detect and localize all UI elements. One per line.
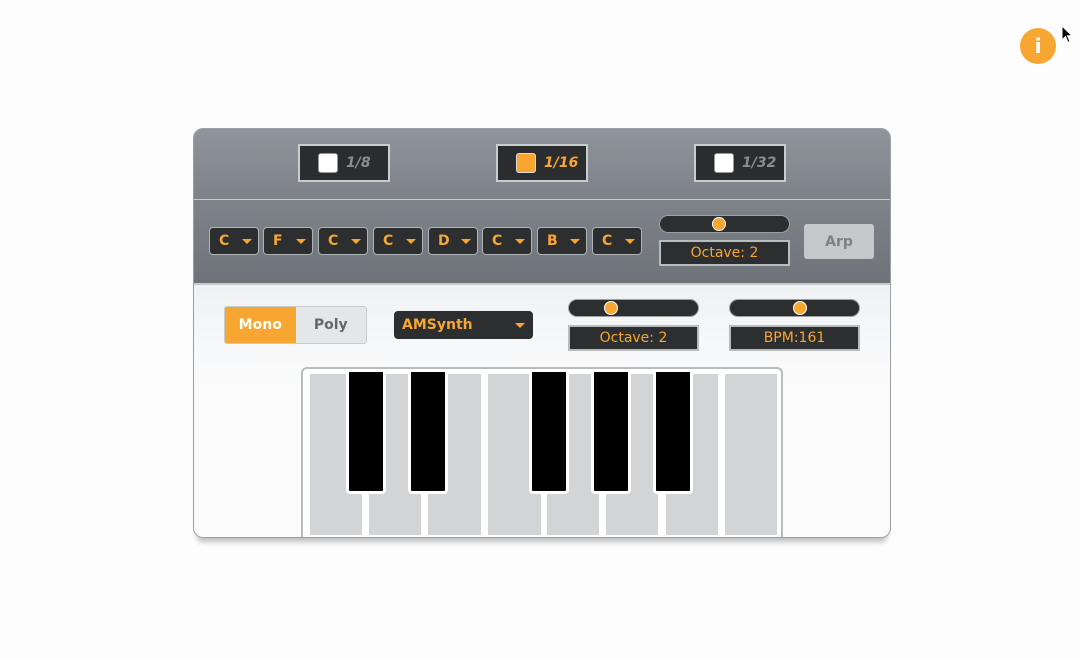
black-key-g-sharp[interactable] bbox=[591, 372, 631, 494]
note-select-7[interactable]: B bbox=[537, 227, 587, 255]
arp-octave-display: Octave: 2 bbox=[659, 240, 790, 266]
note-select-1[interactable]: C bbox=[209, 227, 259, 255]
arp-octave-slider[interactable] bbox=[659, 215, 790, 233]
note-select-6[interactable]: C bbox=[482, 227, 532, 255]
note-select-3[interactable]: C bbox=[318, 227, 368, 255]
voice-mode-toggle: Mono Poly bbox=[224, 306, 367, 344]
slider-thumb[interactable] bbox=[711, 217, 726, 231]
checkbox-icon bbox=[714, 153, 734, 173]
subdivision-1-16-toggle[interactable]: 1/16 bbox=[496, 144, 588, 182]
chevron-down-icon bbox=[570, 239, 580, 244]
black-key-c-sharp[interactable] bbox=[346, 372, 386, 494]
chevron-down-icon bbox=[515, 323, 525, 328]
black-key-a-sharp[interactable] bbox=[653, 372, 693, 494]
chevron-down-icon bbox=[625, 239, 635, 244]
note-value: C bbox=[602, 233, 613, 249]
info-icon: i bbox=[1034, 34, 1042, 58]
chevron-down-icon bbox=[515, 239, 525, 244]
note-select-4[interactable]: C bbox=[373, 227, 423, 255]
bpm-display: BPM:161 bbox=[729, 325, 860, 351]
checkbox-icon bbox=[318, 153, 338, 173]
arp-button[interactable]: Arp bbox=[804, 224, 874, 259]
note-select-8[interactable]: C bbox=[592, 227, 642, 255]
info-button[interactable]: i bbox=[1020, 28, 1056, 64]
subdivision-label: 1/16 bbox=[544, 155, 579, 171]
black-key-f-sharp[interactable] bbox=[529, 372, 569, 494]
subdivision-1-32-toggle[interactable]: 1/32 bbox=[694, 144, 786, 182]
chevron-down-icon bbox=[242, 239, 252, 244]
checkbox-icon bbox=[516, 153, 536, 173]
mono-button[interactable]: Mono bbox=[225, 307, 296, 343]
chevron-down-icon bbox=[406, 239, 416, 244]
octave-display: Octave: 2 bbox=[568, 325, 699, 351]
note-value: B bbox=[547, 233, 558, 249]
note-value: C bbox=[328, 233, 339, 249]
subdivision-label: 1/8 bbox=[346, 155, 371, 171]
chevron-down-icon bbox=[461, 239, 471, 244]
synth-type-select[interactable]: AMSynth bbox=[394, 311, 533, 339]
poly-button[interactable]: Poly bbox=[295, 307, 366, 343]
synth-type-value: AMSynth bbox=[402, 317, 473, 333]
note-select-5[interactable]: D bbox=[428, 227, 478, 255]
note-value: D bbox=[438, 233, 450, 249]
mouse-cursor-icon bbox=[1061, 25, 1074, 44]
synth-panel: 1/8 1/16 1/32 C F C C D C B C Octave: 2 … bbox=[193, 128, 891, 538]
octave-slider[interactable] bbox=[568, 299, 699, 317]
white-key-c-high[interactable] bbox=[725, 374, 777, 535]
note-value: F bbox=[273, 233, 283, 249]
slider-thumb[interactable] bbox=[793, 301, 808, 315]
piano-keyboard bbox=[301, 367, 783, 537]
chevron-down-icon bbox=[351, 239, 361, 244]
subdivision-1-8-toggle[interactable]: 1/8 bbox=[298, 144, 390, 182]
note-select-2[interactable]: F bbox=[263, 227, 313, 255]
chevron-down-icon bbox=[296, 239, 306, 244]
note-value: C bbox=[492, 233, 503, 249]
note-value: C bbox=[383, 233, 394, 249]
subdivision-bar: 1/8 1/16 1/32 bbox=[194, 129, 890, 200]
bpm-slider[interactable] bbox=[729, 299, 860, 317]
note-value: C bbox=[219, 233, 230, 249]
slider-thumb[interactable] bbox=[604, 301, 619, 315]
black-key-d-sharp[interactable] bbox=[408, 372, 448, 494]
subdivision-label: 1/32 bbox=[742, 155, 777, 171]
